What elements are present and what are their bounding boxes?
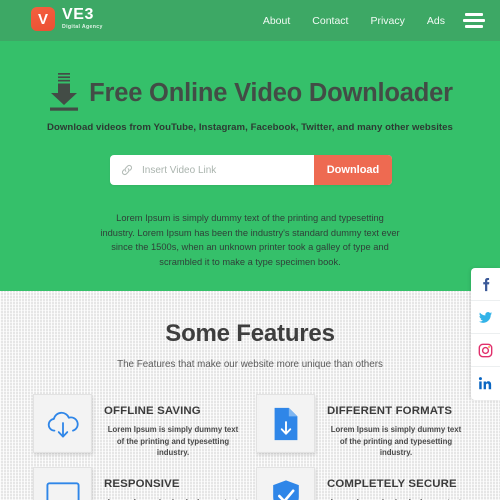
feature-card-body: RESPONSIVE Lorem Ipsum is simply dummy t… — [104, 467, 242, 500]
nav-item-about[interactable]: About — [263, 15, 290, 27]
feature-title: RESPONSIVE — [104, 478, 180, 490]
hamburger-bar — [463, 19, 485, 22]
hamburger-icon[interactable] — [463, 13, 485, 28]
hero-subtitle: Download videos from YouTube, Instagram,… — [47, 122, 453, 133]
brand-name: VE3 — [62, 6, 95, 24]
feature-title: COMPLETELY SECURE — [327, 478, 457, 490]
feature-description: Lorem Ipsum is simply dummy text of the … — [107, 425, 239, 457]
feature-icon-box — [33, 394, 92, 453]
page-title: Free Online Video Downloader — [89, 78, 453, 107]
nav-item-privacy[interactable]: Privacy — [370, 15, 404, 27]
social-link-facebook[interactable] — [471, 268, 500, 301]
hero-paragraph: Lorem Ipsum is simply dummy text of the … — [100, 213, 400, 267]
feature-card-responsive[interactable]: RESPONSIVE Lorem Ipsum is simply dummy t… — [33, 467, 245, 500]
hero-section: V VE3 Digital Agency About Contact Priva… — [0, 0, 500, 291]
file-download-icon — [274, 407, 297, 440]
hero-headline-row: Free Online Video Downloader — [0, 72, 500, 114]
nav-item-ads[interactable]: Ads — [427, 15, 445, 27]
feature-card-different-formats[interactable]: DIFFERENT FORMATS Lorem Ipsum is simply … — [256, 394, 468, 459]
social-share-rail — [471, 268, 500, 400]
search-input[interactable] — [134, 155, 314, 185]
social-link-linkedin[interactable] — [471, 367, 500, 400]
brand-tagline: Digital Agency — [62, 24, 103, 31]
video-link-searchbar[interactable]: Download — [110, 155, 392, 185]
feature-icon-box — [256, 467, 315, 500]
brand-text: VE3 Digital Agency — [62, 7, 103, 30]
brand-logo[interactable]: V VE3 Digital Agency — [31, 7, 103, 31]
download-button[interactable]: Download — [314, 155, 392, 185]
page-root: V VE3 Digital Agency About Contact Priva… — [0, 0, 500, 500]
feature-title: OFFLINE SAVING — [104, 405, 201, 417]
responsive-screen-icon — [45, 481, 80, 500]
facebook-icon — [483, 277, 490, 291]
nav-links: About Contact Privacy Ads — [263, 0, 445, 41]
feature-card-body: COMPLETELY SECURE Lorem Ipsum is simply … — [327, 467, 465, 500]
hamburger-bar — [465, 13, 483, 16]
feature-card-offline-saving[interactable]: OFFLINE SAVING Lorem Ipsum is simply dum… — [33, 394, 245, 459]
feature-card-body: DIFFERENT FORMATS Lorem Ipsum is simply … — [327, 394, 465, 459]
brand-mark-letter: V — [37, 10, 48, 28]
social-link-instagram[interactable] — [471, 334, 500, 367]
shield-check-icon — [272, 479, 299, 500]
cloud-download-icon — [47, 411, 79, 438]
nav-item-contact[interactable]: Contact — [312, 15, 348, 27]
twitter-icon — [478, 311, 493, 323]
brand-mark-icon: V — [31, 7, 55, 31]
features-subtitle: The Features that make our website more … — [117, 359, 383, 370]
download-arrow-icon — [50, 73, 79, 111]
feature-icon-box — [256, 394, 315, 453]
instagram-icon — [478, 343, 493, 357]
linkedin-icon — [478, 377, 492, 390]
feature-description: Lorem Ipsum is simply dummy text of the … — [330, 425, 462, 457]
hamburger-bar — [465, 25, 483, 28]
feature-card-body: OFFLINE SAVING Lorem Ipsum is simply dum… — [104, 394, 242, 459]
feature-card-completely-secure[interactable]: COMPLETELY SECURE Lorem Ipsum is simply … — [256, 467, 468, 500]
link-chain-icon — [122, 165, 132, 175]
features-title: Some Features — [165, 320, 335, 347]
feature-title: DIFFERENT FORMATS — [327, 405, 453, 417]
social-link-twitter[interactable] — [471, 301, 500, 334]
feature-icon-box — [33, 467, 92, 500]
